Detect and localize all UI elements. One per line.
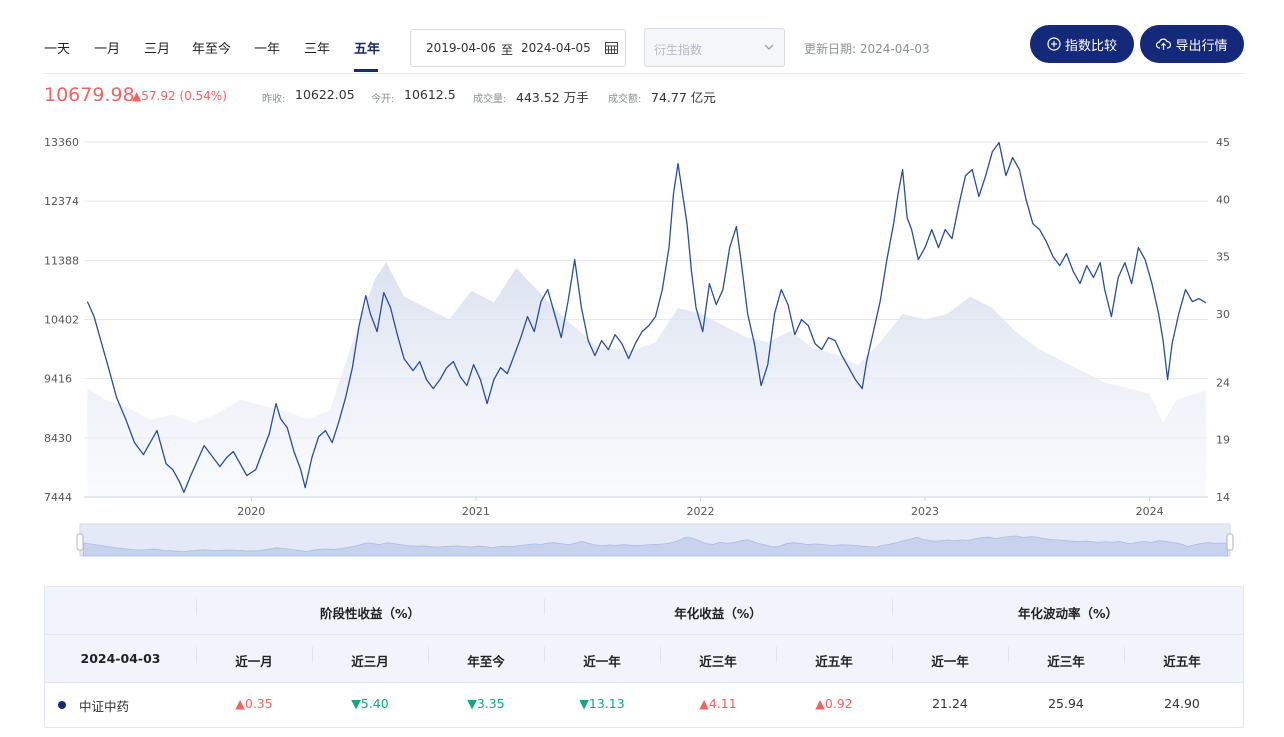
group-header-period-return: 阶段性收益（%） (319, 606, 421, 621)
open-label: 今开: (371, 94, 395, 105)
index-name: 中证中药 (79, 699, 130, 714)
active-tab-indicator (354, 69, 378, 72)
price-change: ▲57.92 (0.54%) (132, 89, 227, 103)
table-cell: ▲0.35 (235, 696, 273, 711)
group-header-annual-return: 年化收益（%） (674, 606, 762, 621)
calendar-icon[interactable] (605, 42, 618, 54)
column-header: 近一年 (583, 654, 621, 669)
y-tick-left: 12374 (44, 195, 79, 208)
y-tick-right: 24 (1216, 376, 1230, 389)
toolbar-divider (44, 73, 1244, 74)
y-tick-left: 10402 (44, 314, 79, 327)
prev-close-label: 昨收: (262, 94, 286, 105)
table-cell: 24.90 (1164, 696, 1200, 711)
y-tick-right: 40 (1216, 193, 1230, 206)
y-tick-right: 19 (1216, 434, 1230, 447)
column-header: 近一年 (931, 654, 969, 669)
column-separator (776, 647, 777, 663)
toolbar: 一天 一月 三月 年至今 一年 三年 五年 2019-04-06 至 2024-… (0, 0, 1284, 74)
navigator-handle-right[interactable] (1226, 533, 1234, 551)
column-header: 近五年 (1163, 654, 1201, 669)
y-tick-right: 35 (1216, 251, 1230, 264)
column-separator (1008, 647, 1009, 663)
derived-index-select[interactable]: 衍生指数 (644, 28, 785, 67)
export-quote-label: 导出行情 (1175, 38, 1228, 54)
volume-label: 成交量: (473, 94, 507, 105)
x-tick-label: 2020 (237, 505, 265, 518)
column-separator (428, 647, 429, 663)
column-separator (1124, 647, 1125, 663)
date-start[interactable]: 2019-04-06 (426, 41, 496, 55)
period-tab-1d[interactable]: 一天 (44, 38, 70, 57)
date-range-picker[interactable]: 2019-04-06 至 2024-04-05 (410, 29, 626, 67)
x-tick-label: 2023 (911, 505, 939, 518)
derived-index-placeholder: 衍生指数 (654, 43, 703, 57)
table-cell: ▼3.35 (467, 696, 505, 711)
column-header: 年至今 (467, 654, 505, 669)
x-tick-label: 2024 (1136, 505, 1164, 518)
group-header-annual-volatility: 年化波动率（%） (1017, 606, 1119, 621)
column-separator (660, 647, 661, 663)
header-divider (45, 634, 1243, 635)
y-tick-right: 14 (1216, 491, 1230, 504)
column-separator (312, 647, 313, 663)
range-navigator[interactable] (76, 523, 1234, 557)
date-end[interactable]: 2024-04-05 (521, 41, 591, 55)
volatility-area (87, 262, 1206, 497)
table-cell: ▼5.40 (351, 696, 389, 711)
volume-value: 443.52 万手 (516, 90, 589, 105)
y-tick-right: 30 (1216, 308, 1230, 321)
y-tick-right: 45 (1216, 136, 1230, 149)
period-tab-5y[interactable]: 五年 (354, 38, 380, 57)
compare-index-button[interactable]: 指数比较 (1030, 25, 1134, 63)
prev-close-value: 10622.05 (295, 87, 355, 102)
y-axis-left: 7444 8430 9416 10402 11388 12374 13360 (44, 136, 79, 504)
amount-label: 成交额: (608, 94, 642, 105)
date-separator: 至 (501, 43, 514, 57)
table-cell: ▼13.13 (579, 696, 625, 711)
period-tab-3m[interactable]: 三月 (144, 38, 170, 57)
column-separator (196, 647, 197, 663)
y-tick-left: 8430 (44, 432, 72, 445)
performance-table: 阶段性收益（%） 年化收益（%） 年化波动率（%） 2024-04-03 近一月… (44, 586, 1244, 728)
table-cell: 21.24 (932, 696, 968, 711)
table-cell: ▲0.92 (815, 696, 853, 711)
period-tab-ytd[interactable]: 年至今 (192, 38, 231, 57)
column-header: 近三年 (699, 654, 737, 669)
column-header: 近三年 (1047, 654, 1085, 669)
series-marker (58, 701, 66, 709)
column-header: 近一月 (235, 654, 273, 669)
volatility-area-layer (87, 262, 1206, 497)
column-separator (892, 647, 893, 663)
y-tick-left: 7444 (44, 491, 72, 504)
period-tab-3y[interactable]: 三年 (304, 38, 330, 57)
navigator-handle-left[interactable] (76, 533, 84, 551)
column-header: 近五年 (815, 654, 853, 669)
cloud-upload-icon (1156, 38, 1172, 50)
x-tick-label: 2022 (686, 505, 714, 518)
x-axis: 2020 2021 2022 2023 2024 (84, 496, 1208, 518)
price-chart[interactable]: 7444 8430 9416 10402 11388 12374 13360 14 19 24 3… (0, 120, 1284, 565)
column-separator (544, 647, 545, 663)
chevron-down-icon (764, 44, 774, 50)
row-divider (45, 682, 1243, 683)
current-price: 10679.98 (44, 84, 135, 106)
period-tab-1m[interactable]: 一月 (94, 38, 120, 57)
update-date: 更新日期: 2024-04-03 (804, 42, 930, 56)
y-tick-left: 13360 (44, 136, 79, 149)
compare-index-label: 指数比较 (1064, 38, 1117, 54)
table-cell: ▲4.11 (699, 696, 737, 711)
table-cell: 25.94 (1048, 696, 1084, 711)
open-value: 10612.5 (404, 87, 456, 102)
export-quote-button[interactable]: 导出行情 (1140, 25, 1244, 63)
table-date: 2024-04-03 (80, 651, 161, 666)
plus-circle-icon (1047, 37, 1061, 51)
y-tick-left: 9416 (44, 373, 72, 386)
column-header: 近三月 (351, 654, 389, 669)
period-tab-1y[interactable]: 一年 (254, 38, 280, 57)
y-axis-right: 14 19 24 30 35 40 45 (1216, 136, 1230, 504)
x-tick-label: 2021 (462, 505, 490, 518)
amount-value: 74.77 亿元 (651, 90, 716, 105)
y-tick-left: 11388 (44, 254, 79, 267)
